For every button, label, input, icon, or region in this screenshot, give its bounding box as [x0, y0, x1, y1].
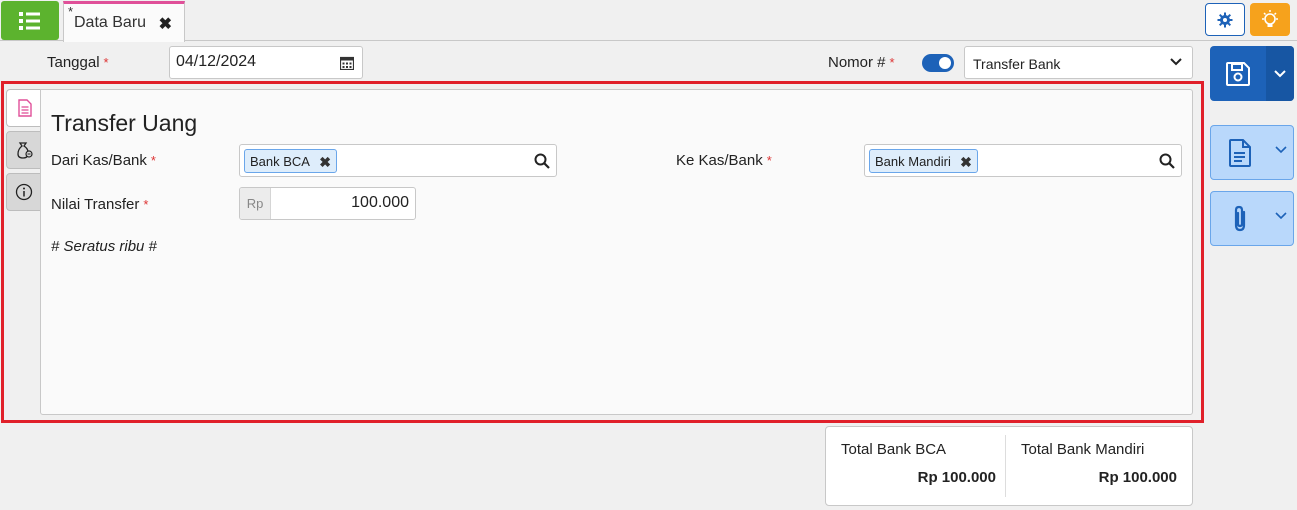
tips-button[interactable]	[1250, 3, 1290, 36]
calendar-icon[interactable]	[340, 56, 354, 70]
save-dropdown[interactable]	[1266, 46, 1294, 101]
remove-chip-icon[interactable]: ✖	[960, 154, 972, 171]
gear-icon	[1217, 12, 1233, 27]
from-account-value: Bank BCA	[250, 154, 310, 169]
remove-chip-icon[interactable]: ✖	[319, 154, 331, 171]
to-account-label: Ke Kas/Bank *	[676, 152, 772, 169]
top-tab-bar: * Data Baru ✖	[0, 0, 1297, 42]
attachment-button[interactable]	[1210, 191, 1294, 246]
floppy-disk-icon	[1226, 61, 1250, 86]
total-to-label: Total Bank Mandiri	[1021, 441, 1145, 458]
from-account-field[interactable]: Bank BCA ✖	[239, 144, 557, 177]
list-icon	[19, 11, 40, 30]
lightbulb-icon	[1262, 9, 1278, 27]
paperclip-icon	[1234, 205, 1246, 231]
search-icon[interactable]	[1159, 153, 1175, 169]
save-button[interactable]	[1210, 46, 1294, 101]
date-label: Tanggal *	[47, 54, 109, 71]
document-button[interactable]	[1210, 125, 1294, 180]
chevron-down-icon	[1170, 58, 1182, 66]
settings-button[interactable]	[1205, 3, 1245, 36]
tab-label: Data Baru	[74, 14, 147, 31]
tab-general[interactable]	[6, 89, 42, 127]
total-to-value: Rp 100.000	[1098, 469, 1177, 486]
date-value: 04/12/2024	[176, 53, 257, 70]
from-account-chip: Bank BCA ✖	[244, 149, 337, 173]
number-label: Nomor # *	[828, 54, 895, 71]
totals-box: Total Bank BCA Rp 100.000 Total Bank Man…	[825, 426, 1193, 506]
tab-data-baru[interactable]: * Data Baru ✖	[63, 1, 185, 42]
search-icon[interactable]	[534, 153, 550, 169]
document-icon	[1229, 138, 1251, 167]
from-account-label: Dari Kas/Bank *	[51, 152, 156, 169]
close-icon[interactable]: ✖	[159, 14, 172, 34]
amount-in-words: # Seratus ribu #	[51, 238, 157, 255]
total-from-value: Rp 100.000	[917, 469, 996, 486]
to-account-field[interactable]: Bank Mandiri ✖	[864, 144, 1182, 177]
amount-value: 100.000	[351, 194, 409, 211]
menu-button[interactable]	[1, 1, 59, 40]
date-input[interactable]: 04/12/2024	[169, 46, 363, 79]
info-icon	[15, 183, 33, 201]
money-bag-icon	[17, 142, 33, 159]
chevron-down-icon[interactable]	[1275, 146, 1287, 154]
to-account-chip: Bank Mandiri ✖	[869, 149, 978, 173]
tab-costs[interactable]	[6, 131, 42, 169]
auto-number-toggle[interactable]	[922, 54, 954, 72]
totals-divider	[1005, 435, 1006, 497]
currency-prefix: Rp	[240, 188, 271, 219]
total-from-label: Total Bank BCA	[841, 441, 947, 458]
to-account-value: Bank Mandiri	[875, 154, 951, 169]
transfer-form-panel: Transfer Uang Dari Kas/Bank * Bank BCA ✖ …	[40, 89, 1193, 415]
amount-input[interactable]: Rp 100.000	[239, 187, 416, 220]
tab-modified-marker: *	[68, 4, 74, 19]
document-icon	[17, 99, 32, 117]
tab-info[interactable]	[6, 173, 42, 211]
chevron-down-icon	[1274, 69, 1286, 77]
form-title: Transfer Uang	[51, 110, 198, 136]
chevron-down-icon[interactable]	[1275, 212, 1287, 220]
number-type-select[interactable]: Transfer Bank	[964, 46, 1193, 79]
number-type-value: Transfer Bank	[973, 56, 1061, 72]
save-main[interactable]	[1210, 46, 1266, 101]
amount-label: Nilai Transfer *	[51, 196, 149, 213]
